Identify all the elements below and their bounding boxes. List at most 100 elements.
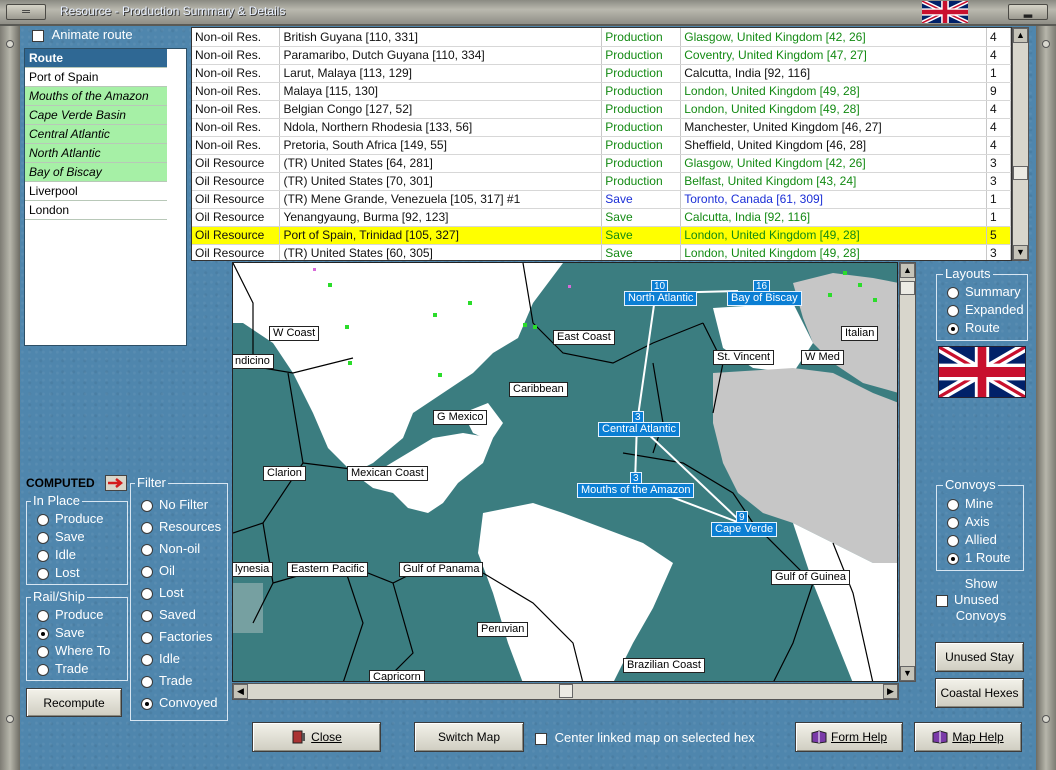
map-scroll-thumb-vertical[interactable]: [900, 281, 915, 295]
center-linked-map-toggle[interactable]: Center linked map on selected hex: [535, 730, 755, 745]
layout-option-summary[interactable]: Summary: [947, 284, 1021, 299]
animate-route-checkbox[interactable]: [32, 29, 44, 42]
radio-icon[interactable]: [141, 499, 153, 512]
radio-icon[interactable]: [947, 286, 959, 299]
radio-icon[interactable]: [37, 609, 49, 622]
table-row[interactable]: Non-oil Res. Larut, Malaya [113, 129] Prod…: [192, 64, 1011, 83]
radio-icon[interactable]: [141, 653, 153, 666]
route-list-item[interactable]: North Atlantic: [25, 144, 167, 163]
radio-icon[interactable]: [141, 609, 153, 622]
table-row[interactable]: Non-oil Res. Paramaribo, Dutch Guyana [11…: [192, 46, 1011, 65]
map-scroll-right-icon[interactable]: ▶: [883, 684, 898, 699]
scroll-thumb[interactable]: [1013, 166, 1028, 180]
table-row[interactable]: Oil Resource Yenangyaung, Burma [92, 123]…: [192, 208, 1011, 227]
radio-icon[interactable]: [141, 675, 153, 688]
radio-icon[interactable]: [37, 663, 49, 676]
convoys-option-mine[interactable]: Mine: [947, 496, 993, 511]
layout-option-route[interactable]: Route: [947, 320, 1000, 335]
route-list[interactable]: Route Port of Spain Mouths of the Amazon C…: [24, 48, 187, 346]
convoy-zone-bay-of-biscay[interactable]: Bay of Biscay: [727, 291, 802, 306]
coastal-hexes-button[interactable]: Coastal Hexes: [935, 678, 1024, 708]
filter-option[interactable]: Oil: [141, 563, 175, 578]
route-list-item[interactable]: Port of Spain: [25, 68, 167, 87]
radio-icon[interactable]: [947, 322, 959, 335]
table-row[interactable]: Oil Resource (TR) United States [64, 281]…: [192, 154, 1011, 173]
map-scroll-left-icon[interactable]: ◀: [233, 684, 248, 699]
map-scroll-thumb-horizontal[interactable]: [559, 684, 573, 698]
layout-option-expanded[interactable]: Expanded: [947, 302, 1024, 317]
map-scroll-up-icon[interactable]: ▲: [900, 263, 915, 278]
animate-route-toggle[interactable]: Animate route: [32, 27, 133, 42]
switch-map-button[interactable]: Switch Map: [414, 722, 524, 752]
map-help-button[interactable]: Map Help: [914, 722, 1022, 752]
in-place-option-produce[interactable]: Produce: [37, 511, 103, 526]
in-place-option-lost[interactable]: Lost: [37, 565, 80, 580]
map-view[interactable]: W Coast ndicino East Coast Italian St. V…: [232, 262, 898, 682]
table-row[interactable]: Non-oil Res. Pretoria, South Africa [149,…: [192, 136, 1011, 155]
radio-icon[interactable]: [37, 513, 49, 526]
route-list-item[interactable]: Liverpool: [25, 182, 167, 201]
map-horizontal-scrollbar[interactable]: ◀ ▶: [232, 683, 899, 700]
radio-icon[interactable]: [947, 498, 959, 511]
form-help-button[interactable]: Form Help: [795, 722, 903, 752]
window-menu-button[interactable]: ═: [6, 4, 46, 20]
radio-icon[interactable]: [141, 631, 153, 644]
filter-option[interactable]: Factories: [141, 629, 212, 644]
show-unused-convoys[interactable]: Show Unused Convoys: [934, 576, 1028, 626]
table-row[interactable]: Non-oil Res. Ndola, Northern Rhodesia [13…: [192, 118, 1011, 137]
in-place-option-idle[interactable]: Idle: [37, 547, 76, 562]
recompute-button[interactable]: Recompute: [26, 688, 122, 717]
filter-option[interactable]: Saved: [141, 607, 196, 622]
computed-arrow-icon[interactable]: [105, 475, 127, 491]
radio-icon[interactable]: [37, 627, 49, 640]
radio-icon[interactable]: [947, 304, 959, 317]
rail-ship-option-produce[interactable]: Produce: [37, 607, 103, 622]
table-row[interactable]: Oil Resource (TR) Mene Grande, Venezuela …: [192, 190, 1011, 209]
route-list-item[interactable]: Bay of Biscay: [25, 163, 167, 182]
close-button[interactable]: Close: [252, 722, 381, 752]
table-row[interactable]: Non-oil Res. Malaya [115, 130] Production L…: [192, 82, 1011, 101]
table-vertical-scrollbar[interactable]: ▲ ▼: [1012, 27, 1029, 261]
show-unused-checkbox[interactable]: [936, 594, 948, 607]
rail-ship-option-trade[interactable]: Trade: [37, 661, 88, 676]
map-scroll-down-icon[interactable]: ▼: [900, 666, 915, 681]
radio-icon[interactable]: [141, 697, 153, 710]
filter-option[interactable]: Resources: [141, 519, 221, 534]
radio-icon[interactable]: [141, 521, 153, 534]
window-minimize-button[interactable]: ▂: [1008, 4, 1048, 20]
convoy-zone-central-atlantic[interactable]: Central Atlantic: [598, 422, 680, 437]
convoy-zone-mouths-of-amazon[interactable]: Mouths of the Amazon: [577, 483, 695, 498]
convoys-option-1-route[interactable]: 1 Route: [947, 550, 1011, 565]
radio-icon[interactable]: [947, 552, 959, 565]
radio-icon[interactable]: [37, 567, 49, 580]
in-place-option-save[interactable]: Save: [37, 529, 85, 544]
radio-icon[interactable]: [37, 531, 49, 544]
filter-option[interactable]: Idle: [141, 651, 180, 666]
map-vertical-scrollbar[interactable]: ▲ ▼: [899, 262, 916, 682]
rail-ship-option-where-to[interactable]: Where To: [37, 643, 110, 658]
radio-icon[interactable]: [141, 565, 153, 578]
table-row[interactable]: Oil Resource (TR) United States [70, 301]…: [192, 172, 1011, 191]
route-list-item[interactable]: London: [25, 201, 167, 220]
table-row[interactable]: Non-oil Res. British Guyana [110, 331] Pro…: [192, 28, 1011, 47]
radio-icon[interactable]: [947, 534, 959, 547]
radio-icon[interactable]: [141, 543, 153, 556]
center-linked-map-checkbox[interactable]: [535, 732, 547, 745]
filter-option[interactable]: No Filter: [141, 497, 208, 512]
filter-option[interactable]: Trade: [141, 673, 192, 688]
table-row[interactable]: Oil Resource (TR) United States [60, 305]…: [192, 244, 1011, 260]
filter-option[interactable]: Non-oil: [141, 541, 200, 556]
convoy-zone-cape-verde[interactable]: Cape Verde: [711, 522, 778, 537]
table-row[interactable]: Oil Resource Port of Spain, Trinidad [105…: [192, 226, 1011, 245]
route-list-item[interactable]: Mouths of the Amazon: [25, 87, 167, 106]
radio-icon[interactable]: [37, 645, 49, 658]
scroll-up-icon[interactable]: ▲: [1013, 28, 1028, 43]
radio-icon[interactable]: [141, 587, 153, 600]
unused-stay-button[interactable]: Unused Stay: [935, 642, 1024, 672]
route-list-item[interactable]: Cape Verde Basin: [25, 106, 167, 125]
filter-option[interactable]: Convoyed: [141, 695, 218, 710]
convoys-option-allied[interactable]: Allied: [947, 532, 997, 547]
route-list-item[interactable]: Central Atlantic: [25, 125, 167, 144]
scroll-down-icon[interactable]: ▼: [1013, 245, 1028, 260]
resource-table[interactable]: Non-oil Res. British Guyana [110, 331] Pro…: [191, 27, 1012, 261]
